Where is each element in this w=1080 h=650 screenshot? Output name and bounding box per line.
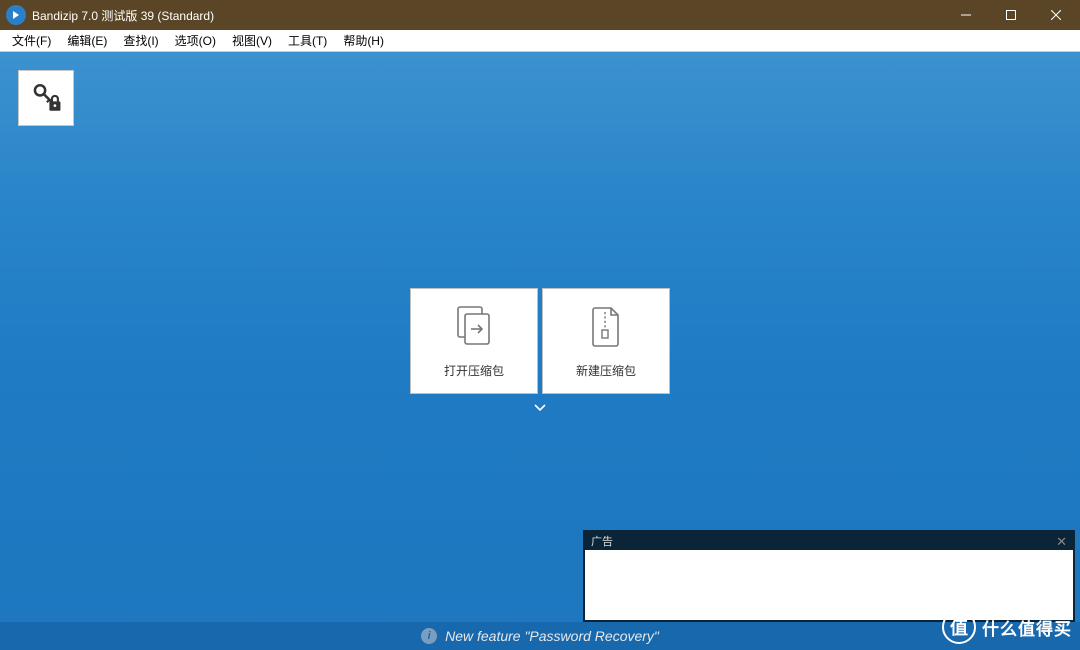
statusbar[interactable]: i New feature "Password Recovery" [0,622,1080,650]
statusbar-message: New feature "Password Recovery" [445,628,659,644]
menu-tools[interactable]: 工具(T) [280,30,335,51]
app-icon [6,5,26,25]
maximize-button[interactable] [988,0,1033,30]
new-archive-label: 新建压缩包 [576,362,636,379]
close-button[interactable] [1033,0,1078,30]
new-archive-button[interactable]: 新建压缩包 [542,288,670,394]
password-recovery-button[interactable] [18,70,74,126]
open-archive-label: 打开压缩包 [444,362,504,379]
window-title: Bandizip 7.0 测试版 39 (Standard) [32,7,943,24]
minimize-button[interactable] [943,0,988,30]
chevron-down-icon [533,403,547,413]
titlebar: Bandizip 7.0 测试版 39 (Standard) [0,0,1080,30]
watermark-badge: 值 [942,610,976,644]
info-icon: i [421,628,437,644]
action-cards: 打开压缩包 新建压缩包 [410,288,670,394]
new-archive-icon [587,304,625,348]
open-archive-button[interactable]: 打开压缩包 [410,288,538,394]
watermark: 值 什么值得买 [942,610,1072,644]
ad-header: 广告 ✕ [585,532,1073,550]
ad-close-button[interactable]: ✕ [1056,535,1067,548]
menu-view[interactable]: 视图(V) [224,30,280,51]
menu-help[interactable]: 帮助(H) [335,30,392,51]
watermark-text: 什么值得买 [982,615,1072,640]
ad-label: 广告 [591,533,613,549]
main-area: 打开压缩包 新建压缩包 广告 ✕ [0,52,1080,622]
menubar: 文件(F) 编辑(E) 查找(I) 选项(O) 视图(V) 工具(T) 帮助(H… [0,30,1080,52]
open-archive-icon [455,304,493,348]
ad-panel: 广告 ✕ [583,530,1075,622]
menu-options[interactable]: 选项(O) [167,30,224,51]
expand-chevron[interactable] [533,400,547,418]
key-lock-icon [29,81,63,115]
menu-file[interactable]: 文件(F) [4,30,59,51]
menu-find[interactable]: 查找(I) [115,30,166,51]
menu-edit[interactable]: 编辑(E) [59,30,115,51]
